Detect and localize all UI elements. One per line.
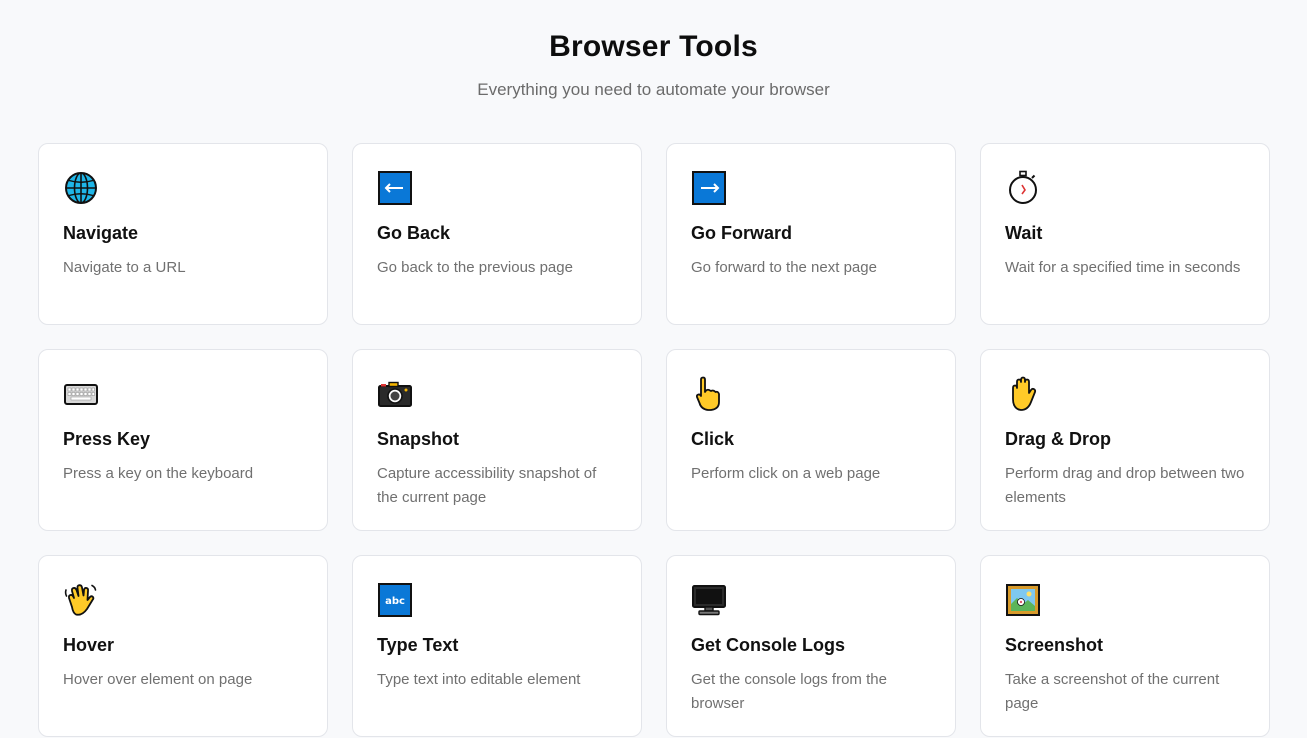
page-header: Browser Tools Everything you need to aut…: [0, 0, 1307, 102]
globe-icon: [63, 170, 99, 206]
tool-description: Perform click on a web page: [691, 465, 881, 482]
tool-title: Navigate: [63, 223, 139, 243]
tool-description: Go back to the previous page: [377, 259, 573, 276]
raised-hand-icon: [1005, 376, 1041, 412]
tool-description: Perform drag and drop between two elemen…: [1005, 465, 1245, 506]
tool-title: Wait: [1005, 223, 1043, 243]
tool-title: Press Key: [63, 429, 151, 449]
abc-icon-label: abc: [385, 596, 405, 607]
tool-title: Snapshot: [377, 429, 460, 449]
tool-description: Type text into editable element: [377, 671, 581, 688]
page-title: Browser Tools: [549, 30, 758, 63]
left-arrow-icon: [377, 170, 413, 206]
tool-card-get-console-logs[interactable]: Get Console Logs Get the console logs fr…: [666, 555, 956, 737]
tool-card-snapshot[interactable]: Snapshot Capture accessibility snapshot …: [352, 349, 642, 531]
tool-title: Drag & Drop: [1005, 429, 1112, 449]
tool-title: Type Text: [377, 635, 459, 655]
keyboard-icon: [63, 376, 99, 412]
waving-hand-icon: [63, 582, 99, 618]
page-subtitle: Everything you need to automate your bro…: [477, 80, 830, 99]
camera-icon: [377, 376, 413, 412]
tool-description: Hover over element on page: [63, 671, 253, 688]
browser-tools-page: Browser Tools Everything you need to aut…: [0, 0, 1307, 738]
tool-card-wait[interactable]: Wait Wait for a specified time in second…: [980, 143, 1270, 325]
tool-description: Take a screenshot of the current page: [1005, 671, 1220, 712]
tool-title: Hover: [63, 635, 115, 655]
tool-description: Wait for a specified time in seconds: [1005, 259, 1241, 276]
tool-card-go-forward[interactable]: Go Forward Go forward to the next page: [666, 143, 956, 325]
tool-description: Go forward to the next page: [691, 259, 877, 276]
tool-description: Navigate to a URL: [63, 259, 186, 276]
tool-card-navigate[interactable]: Navigate Navigate to a URL: [38, 143, 328, 325]
tool-title: Screenshot: [1005, 635, 1104, 655]
monitor-icon: [691, 582, 727, 618]
tool-title: Click: [691, 429, 735, 449]
tool-title: Go Forward: [691, 223, 793, 243]
tools-grid: Navigate Navigate to a URL Go Back Go ba…: [38, 143, 1270, 737]
tool-card-click[interactable]: Click Perform click on a web page: [666, 349, 956, 531]
stopwatch-icon: [1005, 170, 1041, 206]
tool-card-drag-drop[interactable]: Drag & Drop Perform drag and drop betwee…: [980, 349, 1270, 531]
tool-card-hover[interactable]: Hover Hover over element on page: [38, 555, 328, 737]
tool-card-go-back[interactable]: Go Back Go back to the previous page: [352, 143, 642, 325]
tool-card-type-text[interactable]: abc Type Text Type text into editable el…: [352, 555, 642, 737]
abc-input-icon: abc: [377, 582, 413, 618]
tool-card-screenshot[interactable]: Screenshot Take a screenshot of the curr…: [980, 555, 1270, 737]
tool-description: Capture accessibility snapshot of the cu…: [377, 465, 597, 506]
pointing-hand-icon: [691, 376, 727, 412]
tool-description: Press a key on the keyboard: [63, 465, 254, 482]
tool-description: Get the console logs from the browser: [691, 671, 887, 712]
tool-title: Get Console Logs: [691, 635, 846, 655]
tool-card-press-key[interactable]: Press Key Press a key on the keyboard: [38, 349, 328, 531]
tool-title: Go Back: [377, 223, 451, 243]
right-arrow-icon: [691, 170, 727, 206]
framed-picture-icon: [1005, 582, 1041, 618]
